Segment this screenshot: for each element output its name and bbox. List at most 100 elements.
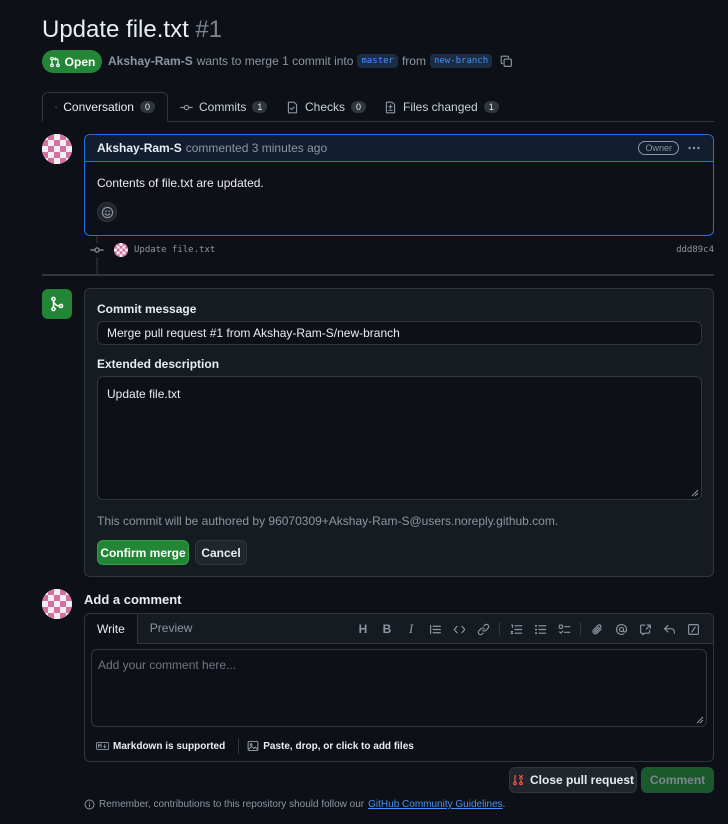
copy-branch-button[interactable] [500, 55, 513, 68]
community-guidelines-link[interactable]: GitHub Community Guidelines [368, 799, 503, 810]
avatar[interactable] [42, 134, 72, 164]
merge-box: Commit message Merge pull request #1 fro… [84, 288, 714, 577]
tip-end: . [502, 799, 506, 810]
copy-icon [500, 55, 513, 67]
confirm-merge-button[interactable]: Confirm merge [97, 540, 189, 565]
comment-discussion-icon [55, 106, 58, 108]
git-commit-icon [90, 243, 104, 257]
image-icon [247, 740, 259, 752]
commit-message-label: Commit message [97, 302, 197, 316]
status-label: Open [64, 54, 96, 69]
tab-count: 1 [483, 101, 499, 113]
author-note: This commit will be authored by 96070309… [97, 514, 559, 528]
comment-textarea[interactable]: Add your comment here... [91, 649, 707, 727]
resize-handle-icon[interactable] [696, 716, 704, 724]
head-branch[interactable]: new-branch [429, 54, 493, 68]
extended-description-value: Update file.txt [107, 387, 181, 401]
mention-button[interactable] [609, 621, 633, 637]
identicon-icon [42, 589, 72, 619]
editor-footer: Markdown is supported Paste, drop, or cl… [96, 738, 414, 754]
comment-menu-button[interactable] [687, 141, 701, 155]
add-comment-heading: Add a comment [84, 592, 182, 607]
comment-author[interactable]: Akshay-Ram-S [97, 141, 182, 155]
owner-badge: Owner [638, 141, 679, 155]
unordered-list-button[interactable] [528, 621, 552, 637]
list-unordered-icon [534, 624, 546, 634]
tab-checks[interactable]: Checks 0 [274, 92, 378, 122]
timeline-divider [42, 274, 714, 276]
footer-separator [238, 738, 240, 754]
git-pull-request-icon [49, 56, 60, 67]
editor-tabs: Write Preview H B I [85, 614, 713, 644]
task-list-button[interactable] [552, 621, 576, 637]
git-pull-request-closed-icon [513, 774, 524, 786]
tab-label: Commits [199, 100, 247, 114]
commit-message-link[interactable]: Update file.txt [134, 245, 215, 255]
identicon-icon [114, 243, 128, 257]
tab-count: 0 [139, 101, 155, 113]
quote-icon [429, 624, 441, 634]
tab-preview[interactable]: Preview [138, 614, 205, 643]
avatar[interactable] [42, 589, 72, 619]
markdown-toolbar: H B I [351, 621, 705, 637]
extended-description-label: Extended description [97, 357, 220, 371]
pr-from-text: from [401, 54, 426, 68]
mention-icon [615, 623, 627, 635]
comment-submit-button[interactable]: Comment [641, 767, 714, 793]
attach-files-button[interactable]: Paste, drop, or click to add files [247, 740, 414, 752]
commit-avatar[interactable] [114, 243, 128, 257]
slash-commands-button[interactable] [681, 621, 705, 637]
link-button[interactable] [471, 621, 495, 637]
saved-replies-button[interactable] [657, 621, 681, 637]
close-pull-request-button[interactable]: Close pull request [509, 767, 637, 793]
contribution-tip: Remember, contributions to this reposito… [84, 799, 505, 810]
heading-icon: H [358, 622, 368, 636]
attach-button[interactable] [585, 621, 609, 637]
attach-note: Paste, drop, or click to add files [263, 740, 414, 752]
add-reaction-button[interactable] [97, 202, 117, 222]
comment-time[interactable]: commented 3 minutes ago [186, 141, 327, 155]
quote-button[interactable] [423, 621, 447, 637]
markdown-note: Markdown is supported [113, 740, 226, 752]
pr-meta: Akshay-Ram-S wants to merge 1 commit int… [108, 54, 513, 68]
comment-box: Akshay-Ram-S commented 3 minutes ago Own… [84, 134, 714, 236]
toolbar-separator [580, 622, 581, 636]
git-merge-icon [51, 296, 64, 312]
base-branch[interactable]: master [357, 54, 398, 68]
merge-status-icon [42, 289, 72, 319]
ordered-list-button[interactable] [504, 621, 528, 637]
markdown-help-link[interactable]: Markdown is supported [96, 741, 225, 752]
kebab-horizontal-icon [688, 146, 700, 150]
checklist-icon [287, 101, 298, 113]
pr-meta-text: wants to merge 1 commit into [196, 54, 354, 68]
resize-handle-icon[interactable] [691, 489, 699, 497]
code-icon [453, 625, 465, 633]
bold-button[interactable]: B [375, 621, 399, 637]
tab-write[interactable]: Write [85, 614, 138, 644]
code-button[interactable] [447, 621, 471, 637]
tab-count: 0 [351, 101, 367, 113]
file-diff-icon [385, 101, 396, 113]
pr-author-link[interactable]: Akshay-Ram-S [108, 54, 193, 68]
italic-button[interactable]: I [399, 621, 423, 637]
tab-count: 1 [252, 101, 268, 113]
commit-message-input[interactable]: Merge pull request #1 from Akshay-Ram-S/… [97, 321, 702, 345]
tab-conversation[interactable]: Conversation 0 [42, 92, 168, 122]
heading-button[interactable]: H [351, 621, 375, 637]
extended-description-textarea[interactable]: Update file.txt [97, 376, 702, 500]
reply-icon [663, 624, 675, 634]
link-icon [477, 623, 489, 635]
tab-label: Conversation [63, 100, 134, 114]
commit-row: Update file.txt ddd89c4 [90, 243, 714, 257]
tab-files-changed[interactable]: Files changed 1 [372, 92, 511, 122]
comment-text: Contents of file.txt are updated. [97, 176, 264, 190]
slash-command-icon [687, 623, 699, 635]
tab-label: Checks [305, 100, 346, 114]
commit-sha-link[interactable]: ddd89c4 [676, 245, 714, 255]
tasklist-icon [558, 623, 570, 634]
paperclip-icon [591, 623, 602, 634]
cross-reference-button[interactable] [633, 621, 657, 637]
tab-commits[interactable]: Commits 1 [168, 92, 279, 122]
page-title: Update file.txt #1 [42, 16, 222, 44]
cancel-button[interactable]: Cancel [195, 540, 247, 565]
